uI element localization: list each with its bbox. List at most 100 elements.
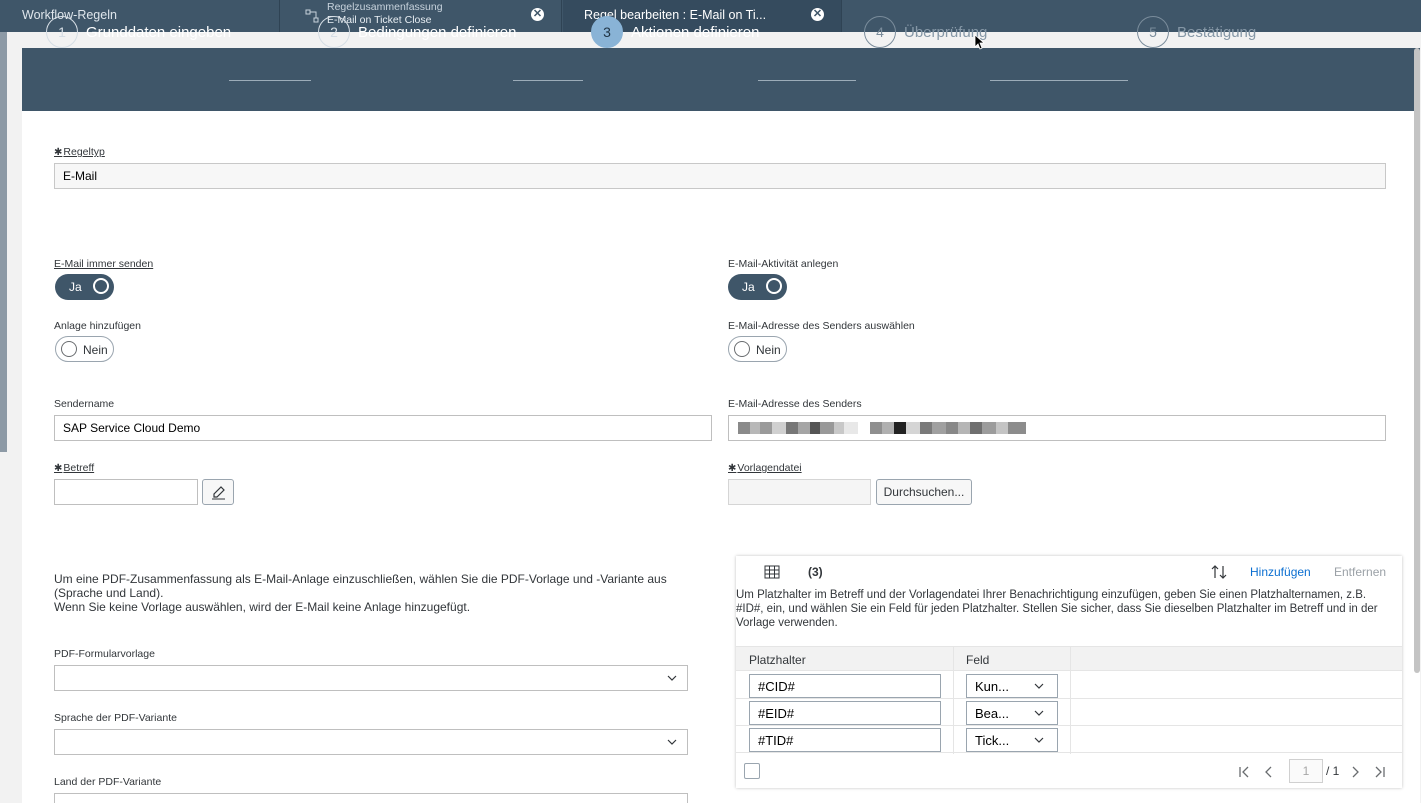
table-row: #CID# Kun... — [736, 672, 1402, 699]
field-select-value: Bea... — [975, 706, 1009, 721]
last-page-icon[interactable] — [1374, 761, 1386, 783]
toggle-text: Ja — [69, 280, 82, 294]
column-header-field[interactable]: Feld — [966, 653, 989, 667]
required-marker: ✱ — [54, 147, 63, 158]
wizard-step-4: 4 Überprüfung — [864, 16, 987, 48]
betreff-label: ✱Betreff — [54, 462, 95, 474]
browse-button[interactable]: Durchsuchen... — [876, 479, 972, 505]
wizard-step-3[interactable]: 3 Aktionen definieren — [591, 16, 759, 48]
regeltyp-label: ✱Regeltyp — [54, 146, 105, 158]
hint-line: Vorlage verwenden. — [736, 617, 838, 629]
tab-rule-summary-title: Regelzusammenfassung — [327, 1, 443, 13]
required-marker: ✱ — [54, 463, 63, 474]
chevron-down-icon — [667, 739, 677, 745]
sender-address-input[interactable] — [728, 415, 1386, 441]
first-page-icon[interactable] — [1238, 761, 1250, 783]
pdf-info-line: (Sprache und Land). — [54, 586, 164, 600]
step-number: 2 — [318, 16, 350, 48]
step-connector — [229, 80, 311, 81]
edit-subject-button[interactable] — [202, 479, 234, 505]
column-divider — [953, 646, 954, 754]
chevron-down-icon — [1034, 737, 1044, 743]
toggle-knob — [61, 341, 77, 357]
step-number: 1 — [46, 16, 78, 48]
step-connector — [758, 80, 856, 81]
row-count: (3) — [808, 565, 823, 579]
field-select[interactable]: Bea... — [966, 701, 1058, 725]
column-header-placeholder[interactable]: Platzhalter — [749, 653, 806, 667]
sender-select-toggle[interactable]: Nein — [728, 336, 787, 362]
previous-page-icon[interactable] — [1263, 761, 1275, 783]
step-label: Aktionen definieren — [631, 23, 760, 41]
sendername-input[interactable]: SAP Service Cloud Demo — [54, 415, 712, 441]
pdf-info-line: Wenn Sie keine Vorlage auswählen, wird d… — [54, 600, 471, 614]
wizard-step-2[interactable]: 2 Bedingungen definieren — [318, 16, 516, 48]
page-number-input[interactable]: 1 — [1289, 759, 1323, 783]
attachment-toggle[interactable]: Nein — [55, 336, 114, 362]
close-icon[interactable]: ✕ — [531, 8, 544, 21]
step-connector — [513, 80, 583, 81]
page-total: / 1 — [1326, 764, 1340, 778]
sendername-label: Sendername — [54, 398, 115, 410]
placeholder-input[interactable]: #EID# — [749, 701, 941, 725]
chevron-down-icon — [1034, 683, 1044, 689]
field-select[interactable]: Tick... — [966, 728, 1058, 752]
hint-line: #ID#, ein, und wählen Sie ein Feld für j… — [736, 603, 1378, 615]
toggle-text: Nein — [83, 343, 108, 357]
pdf-template-label: PDF-Formularvorlage — [54, 648, 155, 660]
pdf-template-select[interactable] — [54, 665, 688, 691]
vorlage-label: ✱Vorlagendatei — [728, 462, 802, 474]
wizard-step-1[interactable]: 1 Grunddaten eingeben — [46, 16, 231, 48]
chevron-down-icon — [1034, 710, 1044, 716]
remove-button[interactable]: Entfernen — [1334, 565, 1386, 579]
sort-icon[interactable] — [1210, 563, 1228, 581]
field-select-value: Kun... — [975, 679, 1009, 694]
placeholder-table-panel: (3) Hinzufügen Entfernen Um Platzhalter … — [736, 556, 1402, 788]
close-icon[interactable]: ✕ — [811, 8, 824, 21]
toggle-knob — [766, 278, 782, 294]
sender-address-label: E-Mail-Adresse des Senders — [728, 398, 862, 410]
edit-icon — [212, 486, 225, 500]
scrollbar[interactable] — [1414, 48, 1420, 673]
step-number: 3 — [591, 16, 623, 48]
table-header: Platzhalter Feld — [736, 646, 1402, 671]
step-number: 4 — [864, 16, 896, 48]
betreff-input[interactable] — [54, 479, 198, 505]
redacted-email-address — [738, 422, 1026, 434]
toggle-text: Nein — [756, 343, 781, 357]
add-button[interactable]: Hinzufügen — [1250, 565, 1311, 579]
step-label: Bestätigung — [1177, 23, 1257, 41]
next-page-icon[interactable] — [1349, 761, 1361, 783]
email-activity-toggle[interactable]: Ja — [728, 274, 787, 300]
select-all-checkbox[interactable] — [744, 763, 760, 779]
field-select[interactable]: Kun... — [966, 674, 1058, 698]
pdf-country-label: Land der PDF-Variante — [54, 776, 162, 788]
email-always-toggle[interactable]: Ja — [55, 274, 114, 300]
step-label: Grunddaten eingeben — [86, 23, 232, 41]
step-connector — [990, 80, 1128, 81]
column-divider — [1070, 646, 1071, 754]
placeholder-input[interactable]: #TID# — [749, 728, 941, 752]
email-always-label: E-Mail immer senden — [54, 258, 154, 270]
toggle-knob — [93, 278, 109, 294]
sender-select-label: E-Mail-Adresse des Senders auswählen — [728, 320, 915, 332]
chevron-down-icon — [667, 675, 677, 681]
mouse-cursor-icon — [974, 34, 986, 50]
toggle-knob — [734, 341, 750, 357]
toggle-text: Ja — [742, 280, 755, 294]
step-label: Bedingungen definieren — [358, 23, 517, 41]
pdf-language-select[interactable] — [54, 729, 688, 755]
table-row: #EID# Bea... — [736, 699, 1402, 726]
placeholder-input[interactable]: #CID# — [749, 674, 941, 698]
table-icon[interactable] — [764, 564, 780, 580]
left-rail — [0, 32, 7, 452]
email-activity-label: E-Mail-Aktivität anlegen — [728, 258, 839, 270]
regeltyp-field[interactable]: E-Mail — [54, 163, 1386, 189]
field-select-value: Tick... — [975, 733, 1010, 748]
pdf-info-text: Um eine PDF-Zusammenfassung als E-Mail-A… — [54, 572, 714, 614]
required-marker: ✱ — [728, 463, 737, 474]
rule-summary-icon — [305, 9, 319, 23]
pdf-country-select[interactable] — [54, 793, 688, 803]
vorlage-input[interactable] — [728, 479, 871, 505]
table-row: #TID# Tick... — [736, 726, 1402, 753]
